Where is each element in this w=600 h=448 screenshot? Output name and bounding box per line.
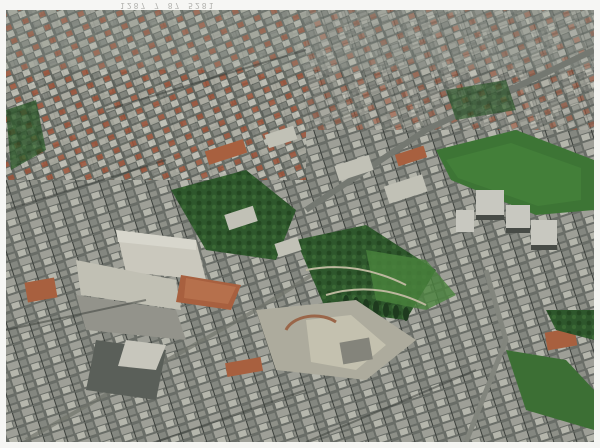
aerial-city-photo [6,10,594,442]
photo-frame: 1287 7 87 5281 [0,0,600,448]
film-edge-text: 1287 7 87 5281 [120,1,216,10]
aerial-city-image [6,10,594,442]
